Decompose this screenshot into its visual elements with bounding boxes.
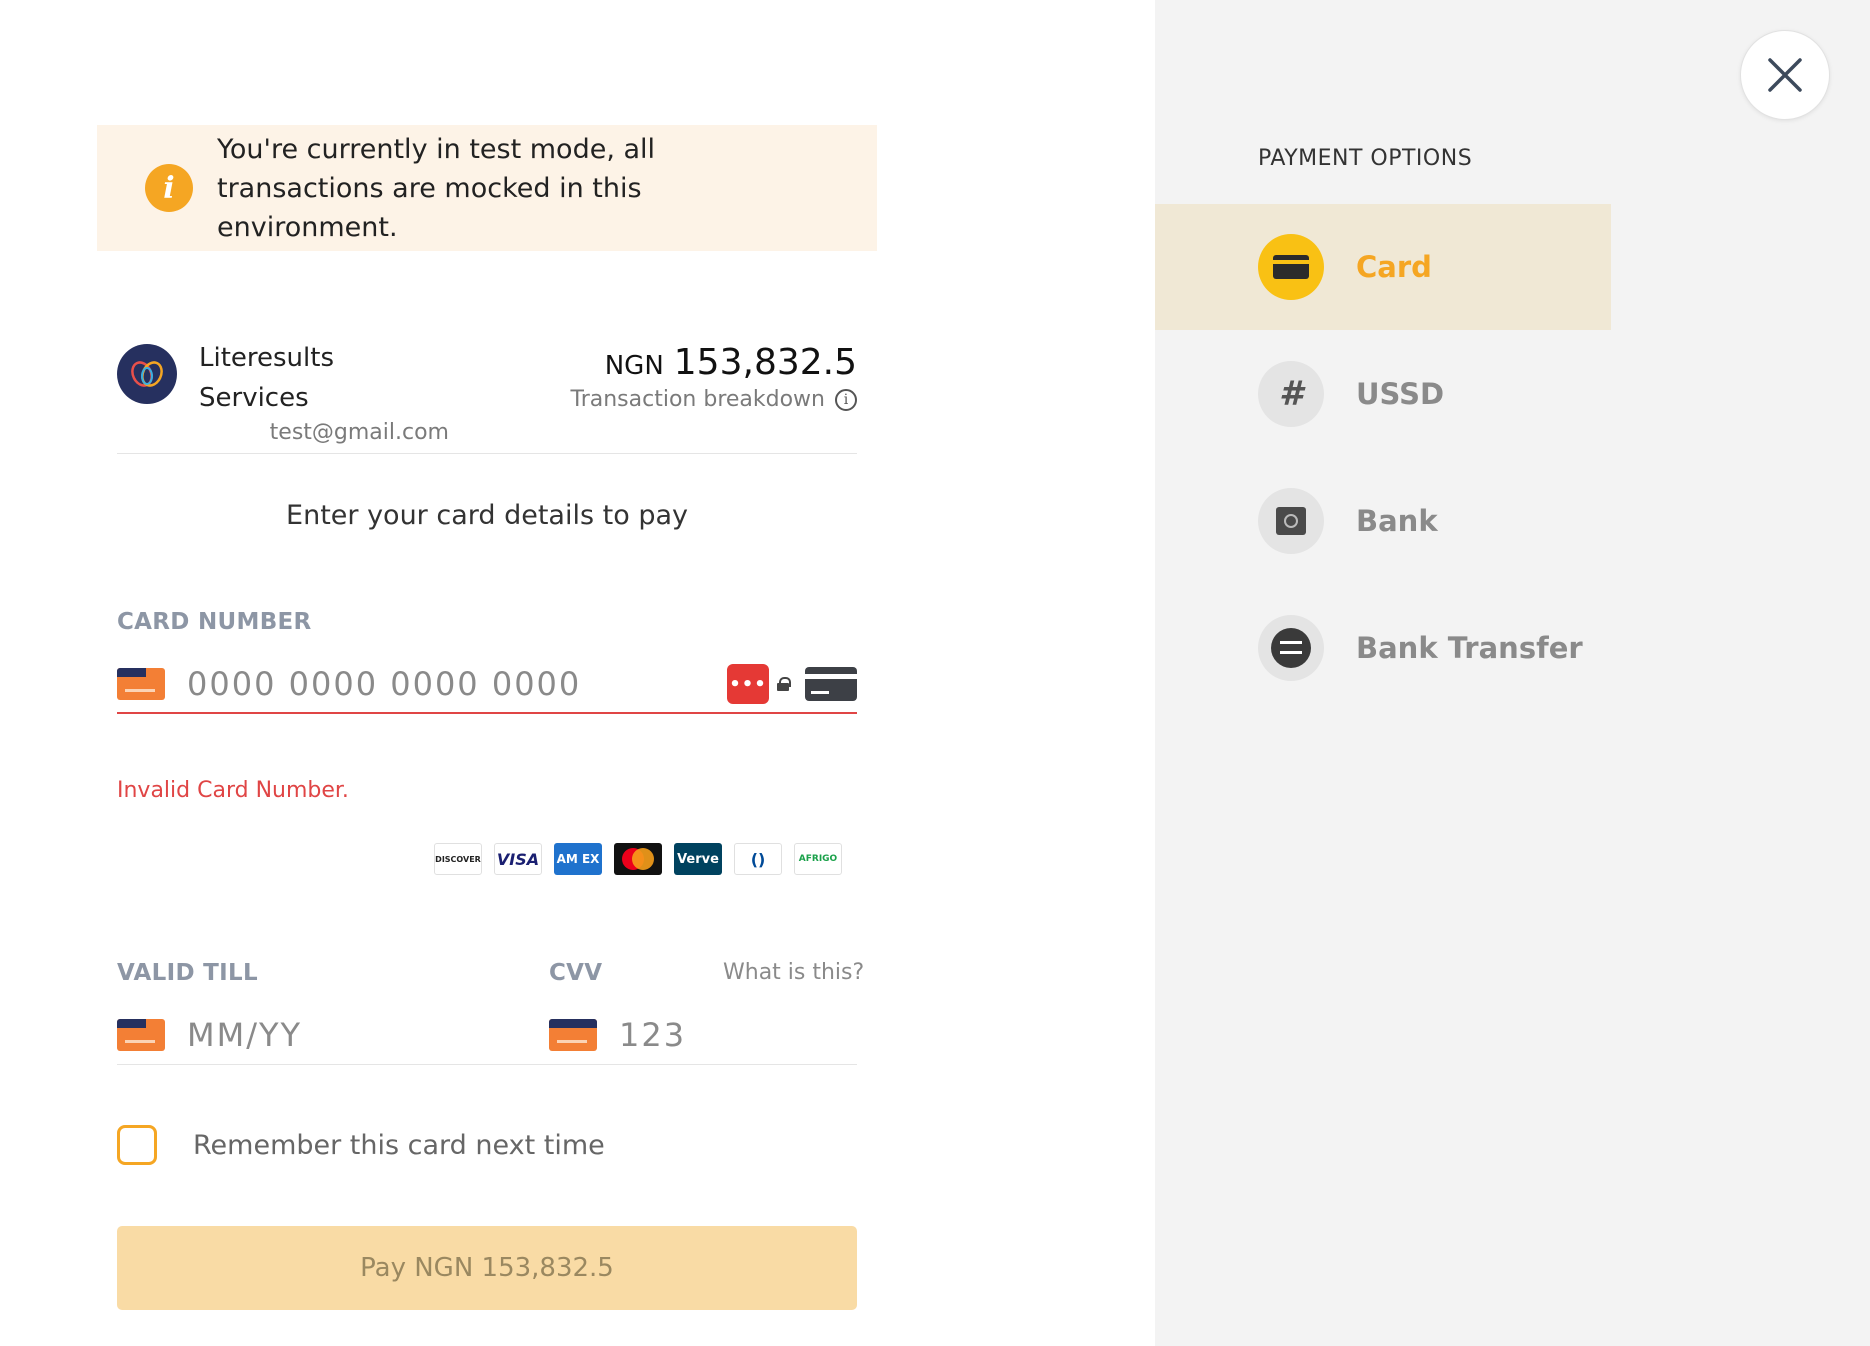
diners-icon: ()	[734, 843, 782, 875]
mastercard-icon	[614, 843, 662, 875]
password-manager-icon[interactable]: •••	[727, 664, 769, 704]
cvv-help-link[interactable]: What is this?	[723, 960, 864, 985]
test-mode-banner: i You're currently in test mode, all tra…	[97, 125, 877, 251]
payment-option-label: USSD	[1356, 377, 1445, 411]
info-circle-icon[interactable]: i	[835, 388, 857, 411]
merchant-summary: Literesults Services test@gmail.com NGN …	[117, 338, 857, 454]
form-subtitle: Enter your card details to pay	[286, 500, 688, 531]
cvv-field	[549, 1005, 819, 1065]
card-number-label: CARD NUMBER	[117, 609, 312, 635]
payment-options-title: PAYMENT OPTIONS	[1258, 146, 1473, 171]
afrigo-icon: AFRIGO	[794, 843, 842, 875]
payment-option-label: Bank	[1356, 504, 1438, 538]
visa-icon: VISA	[494, 843, 542, 875]
info-icon: i	[145, 164, 193, 212]
card-icon	[117, 1019, 165, 1051]
divider	[117, 453, 857, 454]
payment-options-sidebar: PAYMENT OPTIONS Card # USSD Bank Bank Tr…	[1155, 0, 1870, 1346]
payment-option-bank-transfer[interactable]: Bank Transfer	[1155, 585, 1611, 711]
cvv-input[interactable]	[619, 1016, 819, 1054]
transfer-icon	[1258, 615, 1324, 681]
card-number-input[interactable]	[187, 665, 707, 703]
amount-currency: NGN	[604, 351, 664, 381]
amount-block: NGN 153,832.5 Transaction breakdown i	[570, 342, 857, 412]
verve-icon: Verve	[674, 843, 722, 875]
payment-option-label: Bank Transfer	[1356, 631, 1583, 665]
payment-form-panel: i You're currently in test mode, all tra…	[0, 0, 1155, 1346]
card-brands: DISCOVER VISA AM EX Verve () AFRIGO	[434, 843, 842, 875]
payment-option-label: Card	[1356, 250, 1432, 284]
breakdown-label: Transaction breakdown	[570, 387, 826, 412]
card-icon	[117, 668, 165, 700]
merchant-info: Literesults Services test@gmail.com	[199, 338, 449, 445]
close-button[interactable]	[1740, 30, 1830, 120]
card-back-icon	[549, 1019, 597, 1051]
payment-option-bank[interactable]: Bank	[1155, 458, 1611, 584]
lock-icon	[777, 677, 791, 691]
card-number-error: Invalid Card Number.	[117, 778, 349, 803]
card-number-field-row: •••	[117, 656, 857, 714]
discover-icon: DISCOVER	[434, 843, 482, 875]
hash-icon: #	[1258, 361, 1324, 427]
merchant-email: test@gmail.com	[269, 420, 449, 445]
transaction-breakdown-link[interactable]: Transaction breakdown i	[570, 387, 857, 412]
test-mode-text: You're currently in test mode, all trans…	[217, 133, 656, 243]
cvv-label: CVV	[549, 960, 603, 986]
close-icon	[1768, 58, 1802, 92]
expiry-input[interactable]	[187, 1016, 487, 1054]
remember-card-label: Remember this card next time	[193, 1129, 605, 1161]
amex-icon: AM EX	[554, 843, 602, 875]
amount-value: 153,832.5	[673, 342, 857, 383]
pay-button[interactable]: Pay NGN 153,832.5	[117, 1226, 857, 1310]
remember-card-checkbox[interactable]	[117, 1125, 157, 1165]
merchant-logo-icon	[117, 344, 177, 404]
merchant-name: Literesults Services	[199, 343, 335, 413]
bank-safe-icon	[1258, 488, 1324, 554]
amount-total: NGN 153,832.5	[571, 342, 857, 383]
generic-card-icon	[805, 667, 857, 701]
valid-till-label: VALID TILL	[117, 960, 258, 986]
payment-option-ussd[interactable]: # USSD	[1155, 331, 1611, 457]
expiry-cvv-row	[117, 1005, 857, 1065]
expiry-field	[117, 1005, 487, 1065]
remember-card-option[interactable]: Remember this card next time	[117, 1125, 605, 1165]
card-icon	[1258, 234, 1324, 300]
payment-option-card[interactable]: Card	[1155, 204, 1611, 330]
